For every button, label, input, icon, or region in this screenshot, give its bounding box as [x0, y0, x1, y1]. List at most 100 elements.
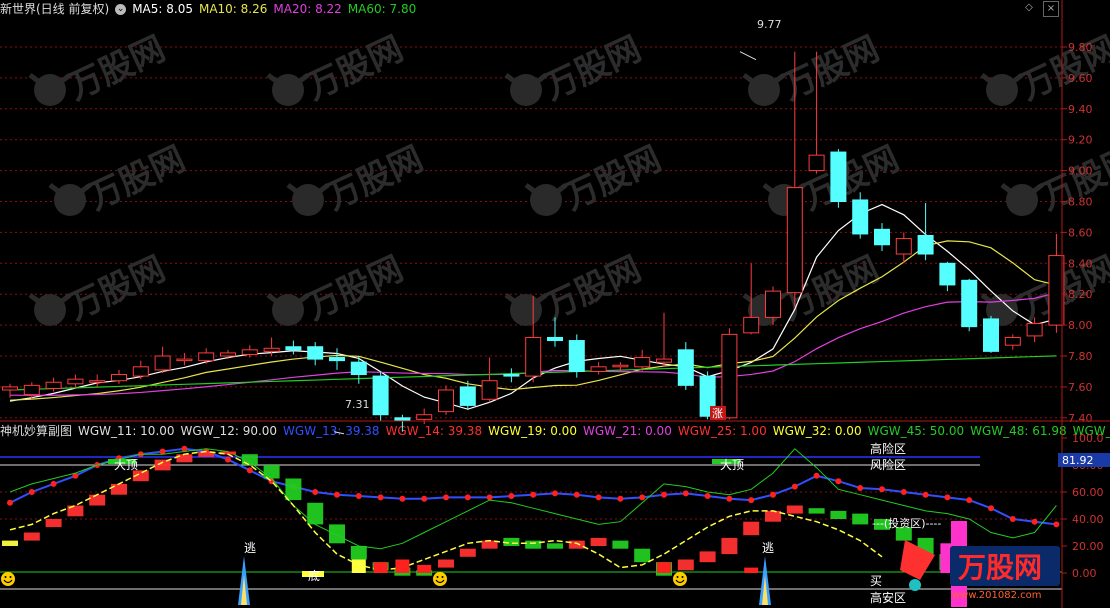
- escape-label: 逃: [244, 541, 256, 555]
- trend-ribbon-bar: [721, 537, 738, 555]
- zone-risk-label: 风险区: [870, 457, 906, 472]
- wgw14-dot: [748, 497, 755, 504]
- main-y-tick-label: 8.40: [1068, 257, 1093, 270]
- trend-ribbon-bar: [830, 510, 847, 519]
- candle-body: [241, 349, 258, 355]
- trend-ribbon-bar: [89, 494, 106, 506]
- trend-ribbon-bar: [154, 459, 171, 471]
- watermark-text: 万股网: [62, 249, 171, 328]
- wgw14-dot: [879, 486, 885, 493]
- candle-body: [983, 318, 999, 352]
- watermark-text: 万股网: [300, 29, 409, 108]
- trend-ribbon-bar: [241, 454, 258, 465]
- candle-body: [438, 389, 454, 413]
- high-price-label: 9.77: [757, 18, 782, 31]
- smiley-eye-icon: [441, 576, 444, 578]
- trend-ribbon-bar: [765, 510, 781, 522]
- brand-bull-head-icon: [909, 579, 921, 591]
- dading-label-2: 大顶: [720, 458, 744, 472]
- signal-bar: [351, 559, 366, 573]
- wgw14-dot: [617, 495, 624, 502]
- trend-ribbon-bar: [525, 540, 542, 549]
- main-y-tick-label: 9.00: [1068, 165, 1093, 178]
- sub-y-tick-label: 40.00: [1072, 513, 1104, 526]
- candle-body: [1004, 336, 1021, 346]
- candle-body: [743, 316, 760, 334]
- candle-body: [220, 352, 236, 357]
- smiley-eye-icon: [9, 576, 12, 578]
- candle-body: [416, 414, 433, 420]
- candle-body: [895, 238, 912, 255]
- candle-body: [525, 336, 542, 377]
- wgw14-dot: [726, 495, 733, 502]
- zone-high-label: 高险区: [870, 441, 906, 456]
- wgw14-dot: [813, 472, 820, 479]
- candle-body: [307, 346, 324, 360]
- candle-body: [808, 154, 825, 172]
- candle-body: [154, 355, 171, 371]
- watermark-text: 万股网: [538, 249, 647, 328]
- wgw19-line: [9, 450, 883, 572]
- wgw14-dot: [225, 456, 231, 463]
- wgw14-dot: [443, 494, 449, 501]
- main-y-tick-label: 9.60: [1068, 72, 1093, 85]
- trend-ribbon-bar: [568, 540, 585, 549]
- candle-body: [329, 357, 345, 362]
- low-price-pointer: [333, 431, 345, 435]
- smiley-icon: [433, 572, 447, 586]
- wgw14-dot: [573, 491, 580, 498]
- limit-up-label: 涨: [712, 407, 723, 420]
- low-price-label: 7.31: [345, 398, 370, 411]
- smiley-eye-icon: [681, 576, 684, 578]
- candle-body: [176, 358, 193, 362]
- wgw14-dot: [246, 467, 253, 474]
- candle-body: [89, 380, 106, 383]
- signal-bar: [373, 562, 388, 573]
- watermark-text: 万股网: [776, 29, 885, 108]
- candle-body: [939, 262, 956, 286]
- watermark-text: 万股网: [538, 29, 647, 108]
- wgw14-dot: [1053, 521, 1060, 528]
- main-y-tick-label: 9.40: [1068, 103, 1093, 116]
- trend-ribbon-bar: [852, 513, 869, 525]
- main-y-tick-label: 8.20: [1068, 288, 1093, 301]
- main-y-tick-label: 8.80: [1068, 196, 1093, 209]
- sub-y-tick-label: 60.00: [1072, 486, 1104, 499]
- main-y-tick-label: 7.80: [1068, 350, 1093, 363]
- main-y-tick-label: 7.40: [1068, 412, 1093, 425]
- trend-ribbon-bar: [23, 532, 40, 541]
- candle-body: [612, 364, 629, 368]
- main-y-tick-label: 8.00: [1068, 319, 1093, 332]
- signal-bar: [417, 564, 432, 573]
- candle-body: [786, 187, 803, 294]
- signal-bar: [395, 559, 410, 573]
- main-y-tick-label: 7.60: [1068, 381, 1093, 394]
- candle-body: [830, 151, 847, 202]
- chart-canvas[interactable]: 万股网 万股网 万股网 万股网 万股网万股网 万股网 万股网 万股网 万股网万股网 万股网 万股网万…: [0, 0, 1110, 608]
- trend-ribbon-bar: [45, 519, 62, 528]
- candle-body: [67, 378, 84, 385]
- trend-ribbon-bar: [590, 537, 607, 546]
- candle-body: [568, 340, 585, 372]
- wgw14-dot: [530, 491, 537, 498]
- main-y-tick-label: 8.60: [1068, 226, 1093, 239]
- smiley-eye-icon: [676, 576, 679, 578]
- trend-ribbon-bar: [786, 505, 803, 514]
- wgw14-dot: [922, 491, 929, 498]
- trend-ribbon-bar: [677, 559, 694, 571]
- wgw14-dot: [421, 495, 428, 502]
- candle-body: [721, 333, 738, 419]
- candle-body: [372, 375, 389, 416]
- wgw14-dot: [857, 484, 864, 491]
- signal-bar: [744, 567, 759, 573]
- wgw14-dot: [377, 494, 384, 501]
- wgw14-dot: [966, 497, 973, 504]
- current-value-text: 81.92: [1062, 454, 1094, 467]
- candle-body: [590, 366, 607, 372]
- wgw14-dot: [791, 483, 798, 490]
- candle-body: [503, 374, 520, 377]
- candle-body: [132, 366, 149, 377]
- candle-body: [23, 384, 40, 396]
- trend-ribbon-bar: [459, 548, 476, 557]
- wgw14-dot: [399, 495, 406, 502]
